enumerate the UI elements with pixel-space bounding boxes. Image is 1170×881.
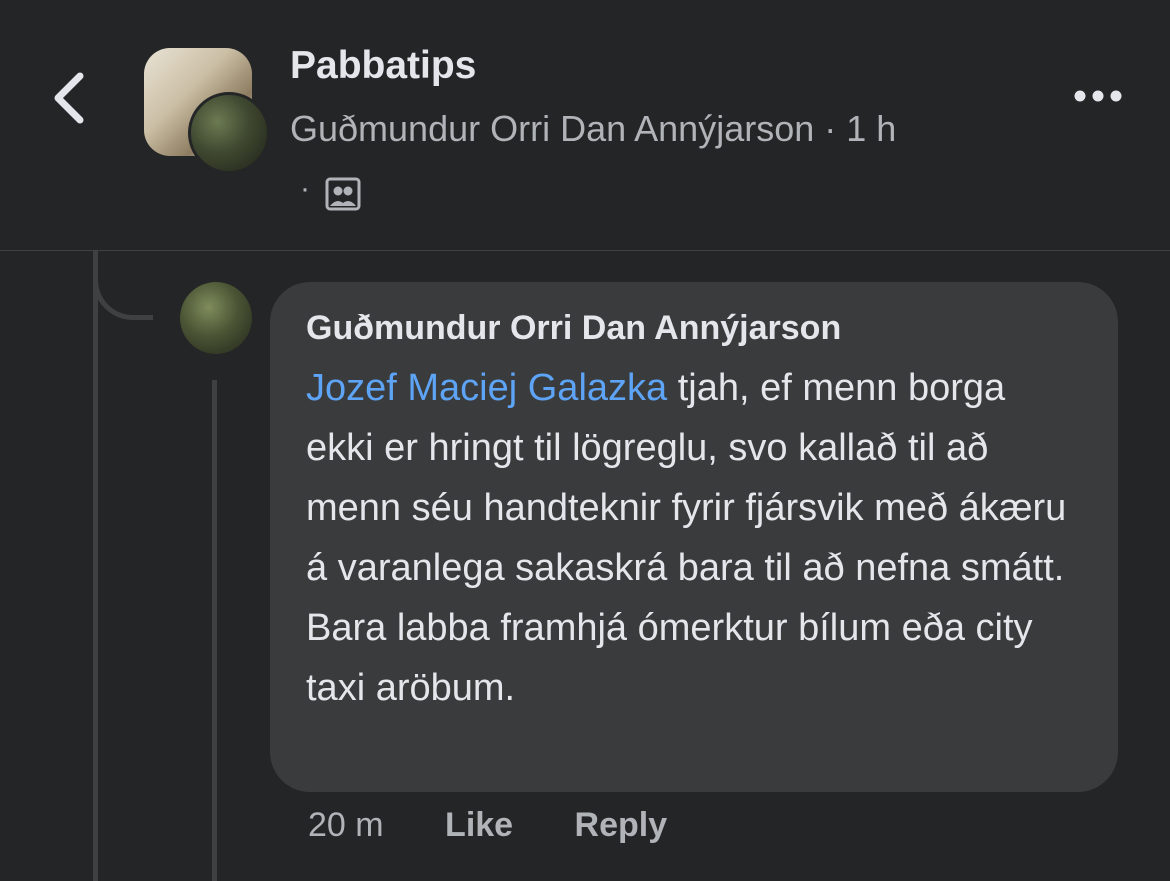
post-meta: Guðmundur Orri Dan Annýjarson · 1 h <box>290 108 896 150</box>
author-avatar[interactable] <box>188 92 270 174</box>
like-button[interactable]: Like <box>445 806 513 845</box>
comment-author-name[interactable]: Guðmundur Orri Dan Annýjarson <box>306 304 1082 352</box>
back-chevron-icon[interactable] <box>50 70 90 126</box>
reply-button[interactable]: Reply <box>575 806 668 845</box>
comment-time[interactable]: 20 m <box>308 806 384 845</box>
audience-group-icon <box>325 177 361 211</box>
more-options-icon[interactable] <box>1072 84 1124 108</box>
comment-body: tjah, ef menn borga ekki er hringt til l… <box>306 367 1067 709</box>
post-author-link[interactable]: Guðmundur Orri Dan Annýjarson <box>290 108 814 149</box>
group-name[interactable]: Pabbatips <box>290 44 476 88</box>
comment-text: Jozef Maciej Galazka tjah, ef menn borga… <box>306 358 1082 718</box>
comment-author-avatar[interactable] <box>180 282 252 354</box>
header-divider <box>0 250 1170 251</box>
mention-link[interactable]: Jozef Maciej Galazka <box>306 367 667 409</box>
comment-bubble[interactable]: Guðmundur Orri Dan Annýjarson Jozef Maci… <box>270 282 1118 792</box>
audience-separator: · <box>300 172 310 205</box>
thread-line <box>93 250 98 881</box>
post-header: Pabbatips Guðmundur Orri Dan Annýjarson … <box>0 0 1170 250</box>
comment-actions: 20 m Like Reply <box>308 806 667 845</box>
meta-separator: · <box>824 108 837 149</box>
post-time[interactable]: 1 h <box>846 108 896 149</box>
thread-connector <box>93 250 153 320</box>
reply-thread-line <box>212 380 217 881</box>
